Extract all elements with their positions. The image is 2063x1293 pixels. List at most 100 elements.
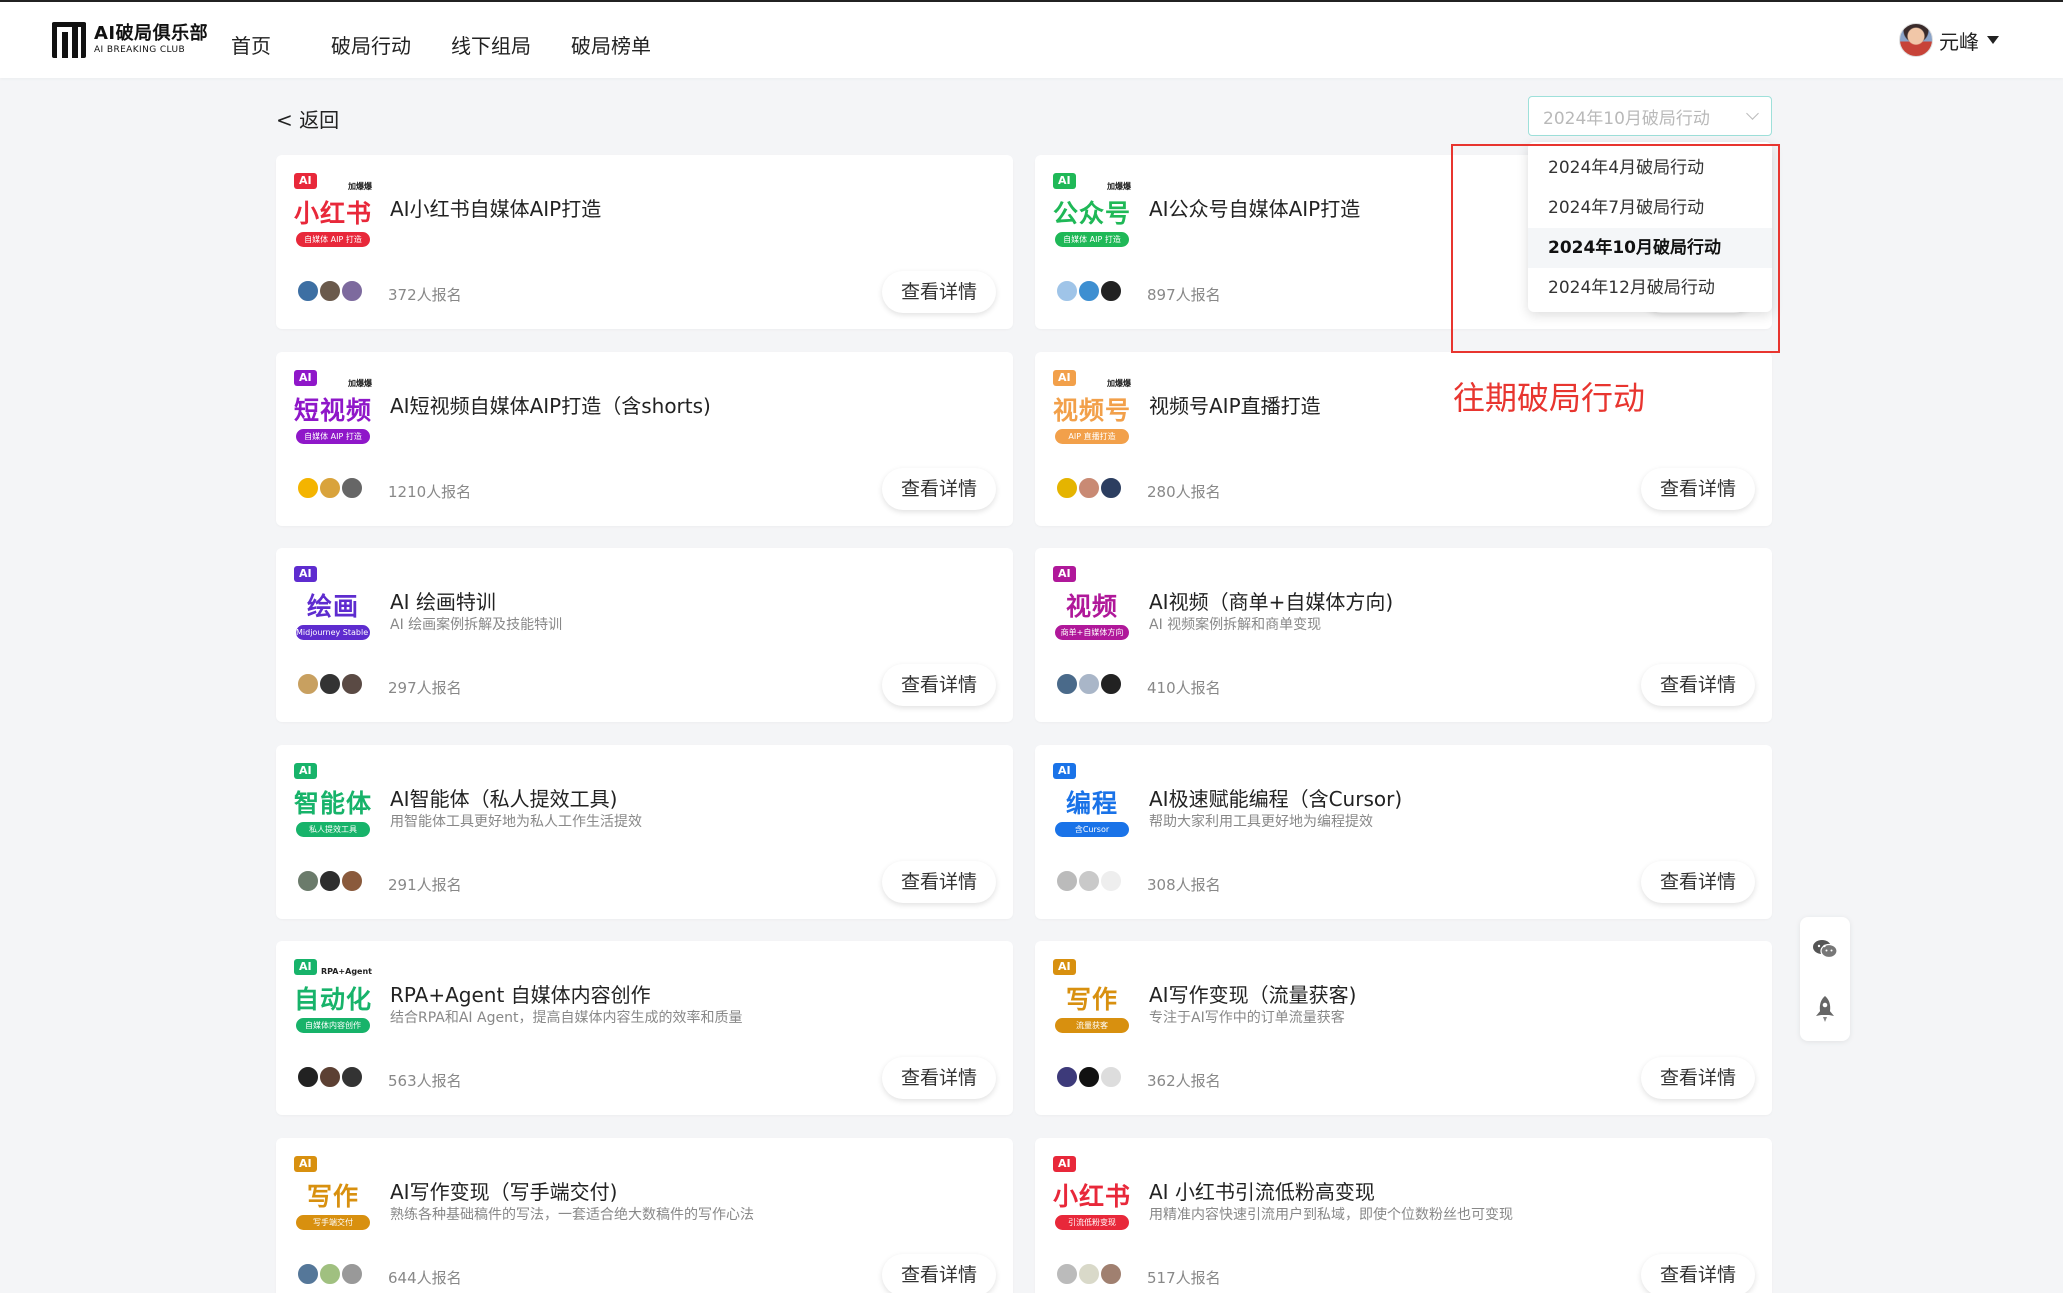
back-to-top-button[interactable] xyxy=(1800,979,1850,1039)
course-title[interactable]: AI写作变现（写手端交付) xyxy=(390,1176,617,1205)
participant-avatar xyxy=(318,476,342,500)
participant-avatar xyxy=(296,476,320,500)
signup-count: 308人报名 xyxy=(1147,876,1221,894)
participant-avatar xyxy=(1055,476,1079,500)
thumb-tag: 加爆爆 xyxy=(1107,379,1131,388)
course-title[interactable]: AI 小红书引流低粉高变现 xyxy=(1149,1176,1375,1205)
course-title[interactable]: RPA+Agent 自媒体内容创作 xyxy=(390,979,651,1008)
course-card[interactable]: AI 智能体 私人提效工具 AI智能体（私人提效工具) 用智能体工具更好地为私人… xyxy=(276,745,1013,919)
view-details-button[interactable]: 查看详情 xyxy=(1641,468,1755,510)
course-card[interactable]: AI 写作 写手端交付 AI写作变现（写手端交付) 熟练各种基础稿件的写法，一套… xyxy=(276,1138,1013,1293)
thumb-title: 编程 xyxy=(1065,789,1118,818)
course-card[interactable]: AI RPA+Agent 自动化 自媒体内容创作 RPA+Agent 自媒体内容… xyxy=(276,941,1013,1115)
thumb-subtitle: 自媒体 AIP 打造 xyxy=(1055,232,1129,247)
participant-avatars xyxy=(296,476,364,500)
wechat-icon xyxy=(1813,940,1838,959)
participant-avatar xyxy=(1077,869,1101,893)
thumb-subtitle: AIP 直播打造 xyxy=(1055,429,1129,444)
ai-badge: AI xyxy=(294,173,317,189)
ai-badge: AI xyxy=(294,763,317,779)
view-details-button[interactable]: 查看详情 xyxy=(1641,664,1755,706)
wechat-button[interactable] xyxy=(1800,919,1850,979)
back-link[interactable]: < 返回 xyxy=(276,104,339,133)
participant-avatar xyxy=(1077,1065,1101,1089)
chevron-down-icon xyxy=(1746,107,1759,120)
course-thumbnail: AI 加爆爆 视频号 AIP 直播打造 xyxy=(1051,368,1133,450)
view-details-button[interactable]: 查看详情 xyxy=(882,468,996,510)
nav-item-home[interactable]: 首页 xyxy=(231,30,271,59)
user-name: 元峰 xyxy=(1939,29,1979,54)
course-title[interactable]: AI小红书自媒体AIP打造 xyxy=(390,193,601,222)
nav-item-actions[interactable]: 破局行动 xyxy=(331,30,411,59)
rocket-icon xyxy=(1816,996,1834,1022)
signup-count: 372人报名 xyxy=(388,286,462,304)
course-description: 专注于AI写作中的订单流量获客 xyxy=(1149,1010,1345,1026)
brand-logo[interactable]: AI破局俱乐部 AI BREAKING CLUB xyxy=(52,22,208,58)
course-card[interactable]: AI 编程 含Cursor AI极速赋能编程（含Cursor) 帮助大家利用工具… xyxy=(1035,745,1772,919)
ai-badge: AI xyxy=(1053,566,1076,582)
course-card[interactable]: AI 视频 商单+自媒体方向 AI视频（商单+自媒体方向) AI 视频案例拆解和… xyxy=(1035,548,1772,722)
participant-avatar xyxy=(318,1262,342,1286)
course-card[interactable]: AI 小红书 引流低粉变现 AI 小红书引流低粉高变现 用精准内容快速引流用户到… xyxy=(1035,1138,1772,1293)
course-title[interactable]: AI短视频自媒体AIP打造（含shorts) xyxy=(390,390,711,419)
view-details-button[interactable]: 查看详情 xyxy=(1641,1254,1755,1293)
user-menu[interactable]: 元峰 xyxy=(1899,23,1999,57)
participant-avatar xyxy=(296,672,320,696)
course-card[interactable]: AI 绘画 Midjourney Stable Diffusion AI 绘画特… xyxy=(276,548,1013,722)
participant-avatar xyxy=(296,1262,320,1286)
thumb-title: 自动化 xyxy=(293,985,372,1014)
view-details-button[interactable]: 查看详情 xyxy=(882,271,996,313)
course-thumbnail: AI 写作 流量获客 xyxy=(1051,957,1133,1039)
participant-avatar xyxy=(1077,476,1101,500)
avatar xyxy=(1899,23,1933,57)
course-title[interactable]: 视频号AIP直播打造 xyxy=(1149,390,1321,419)
participant-avatar xyxy=(340,672,364,696)
course-title[interactable]: AI公众号自媒体AIP打造 xyxy=(1149,193,1360,222)
course-description: 用精准内容快速引流用户到私域，即使个位数粉丝也可变现 xyxy=(1149,1207,1513,1223)
participant-avatars xyxy=(1055,1262,1123,1286)
signup-count: 280人报名 xyxy=(1147,483,1221,501)
ai-badge: AI xyxy=(1053,1156,1076,1172)
course-thumbnail: AI RPA+Agent 自动化 自媒体内容创作 xyxy=(292,957,374,1039)
period-select-value: 2024年10月破局行动 xyxy=(1543,108,1710,129)
view-details-button[interactable]: 查看详情 xyxy=(882,861,996,903)
participant-avatars xyxy=(296,672,364,696)
nav-item-ranking[interactable]: 破局榜单 xyxy=(571,30,651,59)
period-select[interactable]: 2024年10月破局行动 xyxy=(1528,96,1772,136)
course-title[interactable]: AI极速赋能编程（含Cursor) xyxy=(1149,783,1402,812)
course-title[interactable]: AI写作变现（流量获客) xyxy=(1149,979,1356,1008)
view-details-button[interactable]: 查看详情 xyxy=(1641,1057,1755,1099)
signup-count: 291人报名 xyxy=(388,876,462,894)
course-title[interactable]: AI智能体（私人提效工具) xyxy=(390,783,617,812)
nav-item-offline[interactable]: 线下组局 xyxy=(451,30,531,59)
thumb-subtitle: 自媒体内容创作 xyxy=(296,1018,370,1033)
view-details-button[interactable]: 查看详情 xyxy=(882,664,996,706)
course-card[interactable]: AI 写作 流量获客 AI写作变现（流量获客) 专注于AI写作中的订单流量获客 … xyxy=(1035,941,1772,1115)
course-thumbnail: AI 加爆爆 小红书 自媒体 AIP 打造 xyxy=(292,171,374,253)
participant-avatar xyxy=(318,869,342,893)
course-card[interactable]: AI 加爆爆 短视频 自媒体 AIP 打造 AI短视频自媒体AIP打造（含sho… xyxy=(276,352,1013,526)
course-description: AI 视频案例拆解和商单变现 xyxy=(1149,617,1322,633)
signup-count: 517人报名 xyxy=(1147,1269,1221,1287)
course-title[interactable]: AI 绘画特训 xyxy=(390,586,496,615)
course-card[interactable]: AI 加爆爆 视频号 AIP 直播打造 视频号AIP直播打造 280人报名 查看… xyxy=(1035,352,1772,526)
view-details-button[interactable]: 查看详情 xyxy=(882,1254,996,1293)
view-details-button[interactable]: 查看详情 xyxy=(1641,861,1755,903)
participant-avatar xyxy=(340,279,364,303)
course-card[interactable]: AI 加爆爆 小红书 自媒体 AIP 打造 AI小红书自媒体AIP打造 372人… xyxy=(276,155,1013,329)
participant-avatar xyxy=(340,1262,364,1286)
participant-avatars xyxy=(1055,1065,1123,1089)
view-details-button[interactable]: 查看详情 xyxy=(882,1057,996,1099)
ai-badge: AI xyxy=(294,370,317,386)
course-description: 用智能体工具更好地为私人工作生活提效 xyxy=(390,814,642,830)
participant-avatars xyxy=(1055,869,1123,893)
floating-toolbar xyxy=(1800,917,1850,1041)
participant-avatar xyxy=(1055,279,1079,303)
participant-avatar xyxy=(340,869,364,893)
ai-badge: AI xyxy=(294,1156,317,1172)
signup-count: 410人报名 xyxy=(1147,679,1221,697)
course-thumbnail: AI 编程 含Cursor xyxy=(1051,761,1133,843)
course-thumbnail: AI 写作 写手端交付 xyxy=(292,1154,374,1236)
course-title[interactable]: AI视频（商单+自媒体方向) xyxy=(1149,586,1393,615)
course-thumbnail: AI 加爆爆 公众号 自媒体 AIP 打造 xyxy=(1051,171,1133,253)
